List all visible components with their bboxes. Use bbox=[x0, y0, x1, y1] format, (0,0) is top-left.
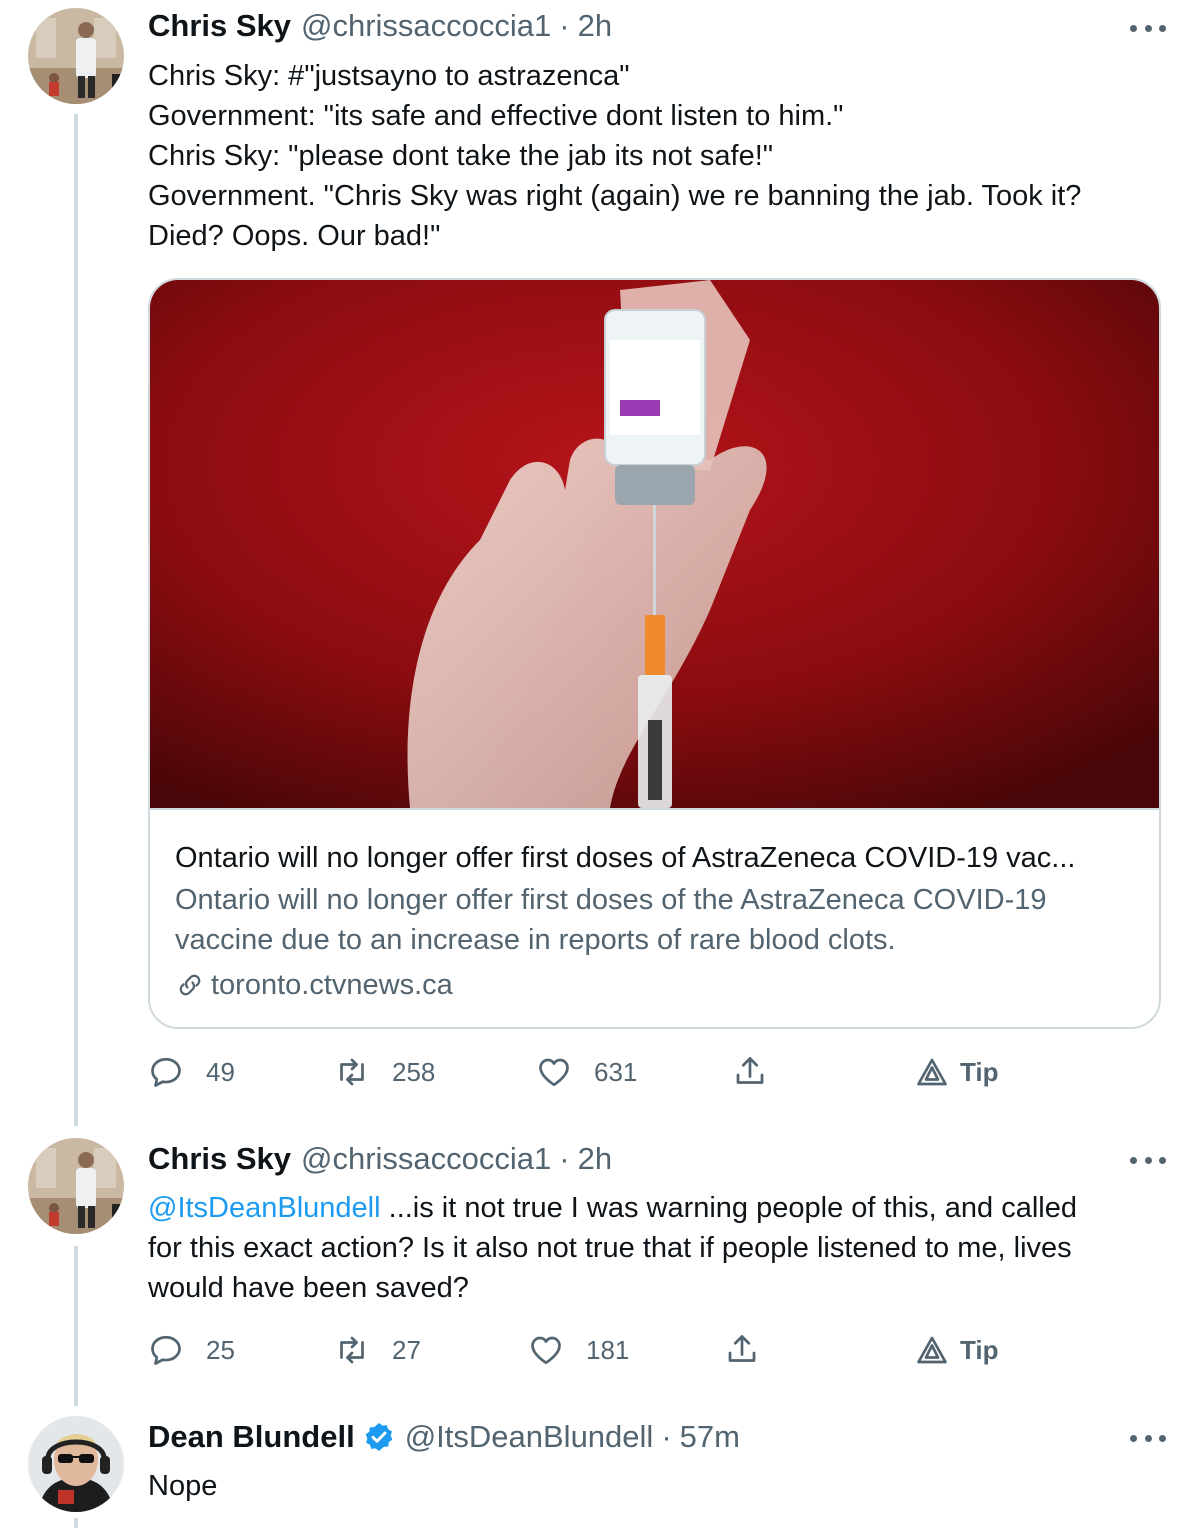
tweet-text-line: Died? Oops. Our bad!" bbox=[148, 220, 441, 252]
share-icon bbox=[728, 1335, 756, 1362]
author-name[interactable]: Chris Sky bbox=[148, 1141, 291, 1177]
avatar-dean-blundell[interactable] bbox=[28, 1416, 124, 1512]
avatar-chris-sky[interactable] bbox=[28, 8, 124, 104]
retweet-icon bbox=[340, 1336, 364, 1364]
reply-count: 49 bbox=[206, 1056, 235, 1087]
retweet-icon bbox=[340, 1058, 364, 1086]
more-icon[interactable] bbox=[1130, 1428, 1166, 1448]
heart-icon bbox=[539, 1058, 569, 1087]
link-icon bbox=[179, 974, 201, 996]
retweet-button[interactable]: 27 bbox=[334, 1328, 421, 1372]
tweet-text-line: Government. "Chris Sky was right (again)… bbox=[148, 180, 1082, 212]
reply-icon bbox=[151, 1057, 181, 1087]
timestamp[interactable]: 2h bbox=[578, 8, 612, 44]
share-icon bbox=[736, 1057, 764, 1084]
tweet-text: @ItsDeanBlundell ...is it not true I was… bbox=[148, 1188, 1158, 1308]
separator-dot: · bbox=[559, 1141, 570, 1176]
link-preview-card[interactable]: Ontario will no longer offer first doses… bbox=[148, 278, 1161, 1029]
tip-button[interactable]: Tip bbox=[914, 1328, 999, 1372]
tweet-text-line: Chris Sky: #"justsayno to astrazenca" bbox=[148, 60, 630, 92]
thread-line bbox=[74, 1246, 78, 1406]
author-name[interactable]: Dean Blundell bbox=[148, 1419, 355, 1455]
share-button[interactable] bbox=[724, 1328, 760, 1372]
tweet-text-line: for this exact action? Is it also not tr… bbox=[148, 1232, 1072, 1264]
author-handle[interactable]: @chrissaccoccia1 bbox=[301, 8, 551, 44]
share-button[interactable] bbox=[732, 1050, 768, 1094]
author-name[interactable]: Chris Sky bbox=[148, 8, 291, 44]
like-count: 181 bbox=[586, 1334, 630, 1365]
like-button[interactable]: 181 bbox=[528, 1328, 629, 1372]
separator-dot: · bbox=[559, 8, 570, 43]
author-handle[interactable]: @ItsDeanBlundell bbox=[405, 1419, 654, 1455]
tweet-header: Dean Blundell @ItsDeanBlundell · 57m bbox=[148, 1417, 740, 1457]
tweet-text: Chris Sky: #"justsayno to astrazenca" Go… bbox=[148, 56, 1158, 256]
tip-icon bbox=[917, 1058, 947, 1086]
tweet-text-line: would have been saved? bbox=[148, 1272, 469, 1304]
card-title[interactable]: Ontario will no longer offer first doses… bbox=[175, 838, 1135, 878]
reply-count: 25 bbox=[206, 1334, 235, 1365]
card-link-domain: toronto.ctvnews.ca bbox=[211, 969, 453, 1001]
thread-line bbox=[74, 1518, 78, 1528]
thread-line bbox=[74, 114, 78, 1126]
tweet-text-line: Government: "its safe and effective dont… bbox=[148, 100, 844, 132]
tip-icon bbox=[917, 1336, 947, 1364]
avatar-chris-sky[interactable] bbox=[28, 1138, 124, 1234]
retweet-count: 258 bbox=[392, 1056, 436, 1087]
more-icon[interactable] bbox=[1130, 1150, 1166, 1170]
card-description-line: Ontario will no longer offer first doses… bbox=[175, 884, 1047, 916]
tweet-actions: 25 27 181 Tip bbox=[148, 1328, 1048, 1372]
tweet-header: Chris Sky @chrissaccoccia1 · 2h bbox=[148, 6, 612, 46]
retweet-button[interactable]: 258 bbox=[334, 1050, 435, 1094]
tweet-text-fragment: ...is it not true I was warning people o… bbox=[380, 1192, 1077, 1224]
heart-icon bbox=[531, 1336, 561, 1365]
card-divider bbox=[150, 808, 1159, 810]
author-handle[interactable]: @chrissaccoccia1 bbox=[301, 1141, 551, 1177]
card-description-line: vaccine due to an increase in reports of… bbox=[175, 924, 896, 956]
reply-button[interactable]: 25 bbox=[148, 1328, 235, 1372]
verified-badge-icon bbox=[365, 1423, 393, 1451]
tweet-text-line: Chris Sky: "please dont take the jab its… bbox=[148, 140, 774, 172]
timestamp[interactable]: 57m bbox=[680, 1419, 740, 1455]
card-link[interactable]: toronto.ctvnews.ca bbox=[175, 965, 453, 1005]
mention-link[interactable]: @ItsDeanBlundell bbox=[148, 1192, 381, 1224]
retweet-count: 27 bbox=[392, 1334, 421, 1365]
tweet-actions: 49 258 631 Tip bbox=[148, 1050, 1048, 1094]
like-button[interactable]: 631 bbox=[536, 1050, 637, 1094]
tweet-text-line: Nope bbox=[148, 1470, 218, 1502]
separator-dot: · bbox=[661, 1419, 672, 1454]
reply-icon bbox=[151, 1335, 181, 1365]
tweet-header: Chris Sky @chrissaccoccia1 · 2h bbox=[148, 1139, 612, 1179]
tip-button[interactable]: Tip bbox=[914, 1050, 999, 1094]
card-description: Ontario will no longer offer first doses… bbox=[175, 880, 1135, 960]
tweet-text-line: @ItsDeanBlundell ...is it not true I was… bbox=[148, 1188, 1158, 1228]
like-count: 631 bbox=[594, 1056, 638, 1087]
timestamp[interactable]: 2h bbox=[578, 1141, 612, 1177]
tweet-text: Nope bbox=[148, 1466, 1158, 1506]
more-icon[interactable] bbox=[1130, 18, 1166, 38]
reply-button[interactable]: 49 bbox=[148, 1050, 235, 1094]
tip-label: Tip bbox=[960, 1334, 999, 1365]
card-image bbox=[150, 280, 1159, 808]
tip-label: Tip bbox=[960, 1056, 999, 1087]
